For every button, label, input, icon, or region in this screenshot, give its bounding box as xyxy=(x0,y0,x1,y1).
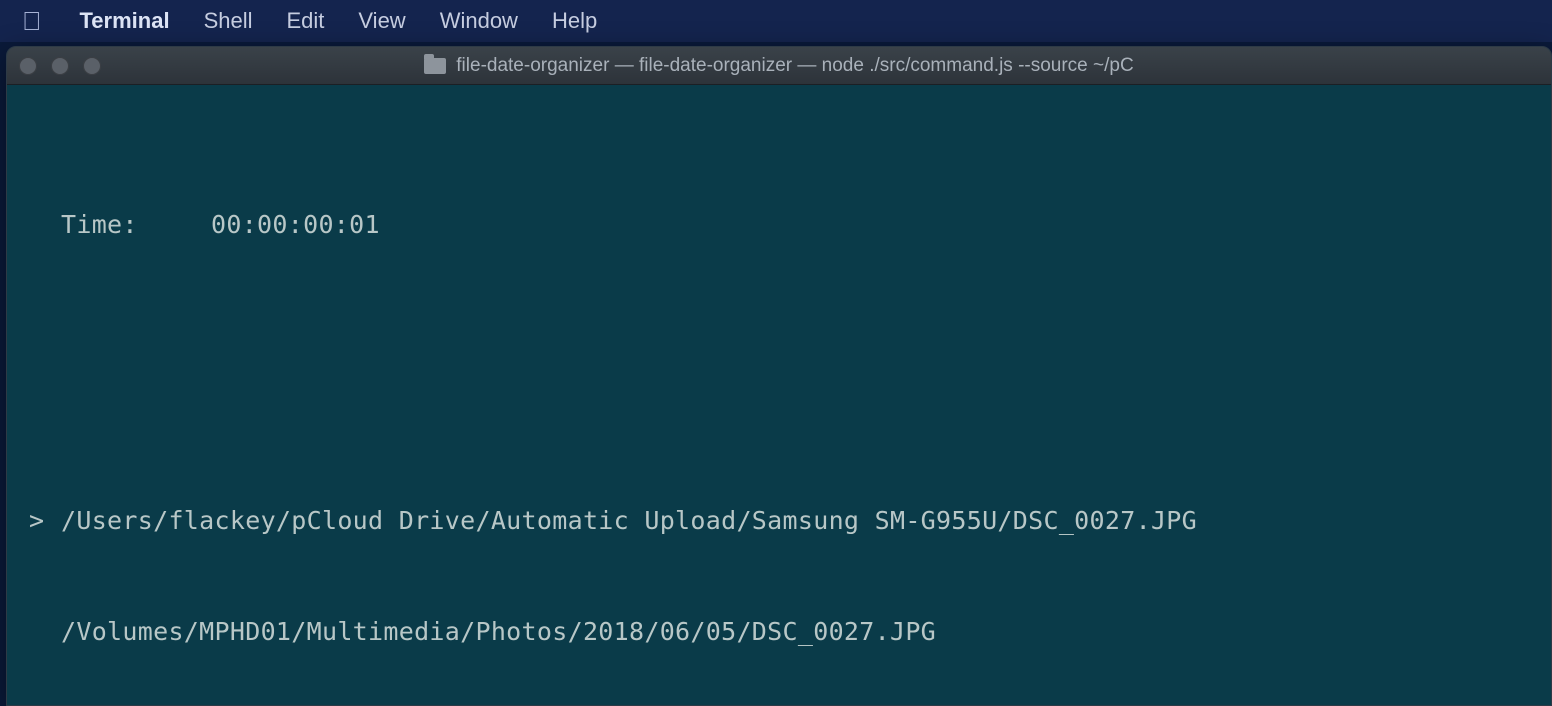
apple-menu-icon[interactable]:  xyxy=(22,6,42,37)
window-close-button[interactable] xyxy=(19,57,37,75)
folder-icon xyxy=(424,58,446,74)
terminal-window: file-date-organizer — file-date-organize… xyxy=(6,46,1552,706)
menubar-item-window[interactable]: Window xyxy=(440,8,518,34)
window-titlebar[interactable]: file-date-organizer — file-date-organize… xyxy=(7,47,1551,85)
output-line: >/Users/flackey/pCloud Drive/Automatic U… xyxy=(29,502,1529,539)
window-minimize-button[interactable] xyxy=(51,57,69,75)
terminal-output[interactable]: Time:00:00:00:01 >/Users/flackey/pCloud … xyxy=(7,85,1551,706)
menubar-item-view[interactable]: View xyxy=(358,8,405,34)
window-traffic-lights xyxy=(19,57,101,75)
output-line: /Volumes/MPHD01/Multimedia/Photos/2018/0… xyxy=(29,613,1529,650)
menubar-item-help[interactable]: Help xyxy=(552,8,597,34)
menubar-item-shell[interactable]: Shell xyxy=(204,8,253,34)
menubar-app-name[interactable]: Terminal xyxy=(80,8,170,34)
window-zoom-button[interactable] xyxy=(83,57,101,75)
output-line: Time:00:00:00:01 xyxy=(29,206,1529,243)
window-title: file-date-organizer — file-date-organize… xyxy=(456,55,1133,77)
menubar-item-edit[interactable]: Edit xyxy=(286,8,324,34)
output-blank-line xyxy=(29,317,1529,354)
macos-menubar:  Terminal Shell Edit View Window Help xyxy=(0,0,1552,42)
